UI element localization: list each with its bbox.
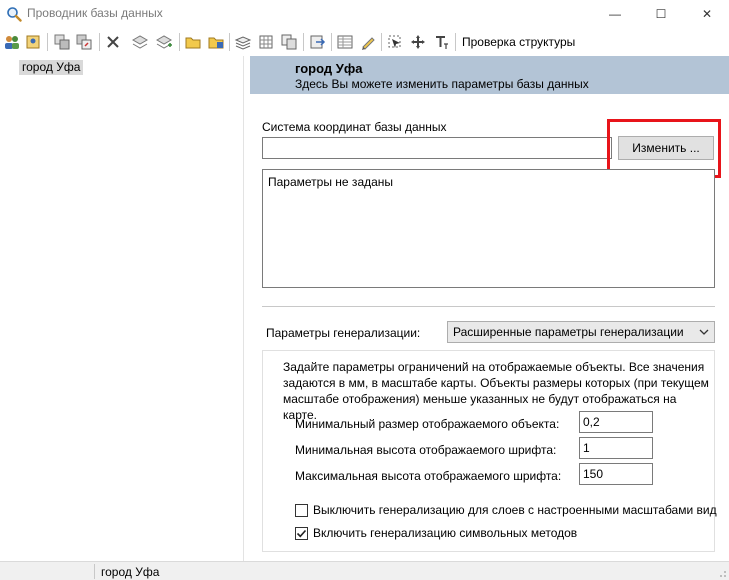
toolbar-separator — [179, 33, 180, 51]
toolbar-separator — [381, 33, 382, 51]
toolbar-separator — [303, 33, 304, 51]
coord-system-field[interactable] — [262, 137, 612, 159]
users-icon[interactable] — [3, 33, 21, 51]
generalization-panel: Задайте параметры ограничений на отображ… — [262, 350, 717, 552]
min-object-size-label: Минимальный размер отображаемого объекта… — [295, 417, 560, 431]
maximize-button[interactable]: ☐ — [638, 0, 684, 28]
maximize-icon: ☐ — [655, 7, 667, 21]
check-structure-button[interactable]: Проверка структуры — [462, 35, 575, 49]
properties-panel: город Уфа Здесь Вы можете изменить парам… — [250, 56, 729, 561]
toolbar-separator — [455, 33, 456, 51]
disable-generalization-label: Выключить генерализацию для слоев с наст… — [313, 503, 717, 517]
checkbox-checked[interactable] — [295, 526, 308, 540]
max-font-height-input[interactable]: 150 — [579, 463, 653, 485]
folder-open-icon[interactable] — [184, 33, 202, 51]
min-font-height-input[interactable]: 1 — [579, 437, 653, 459]
header-band: город Уфа Здесь Вы можете изменить парам… — [250, 56, 729, 94]
toolbar-separator — [331, 33, 332, 51]
checkmark-icon — [296, 529, 307, 537]
status-bar: город Уфа — [0, 561, 729, 580]
table-icon[interactable] — [336, 33, 354, 51]
chevron-down-icon — [699, 329, 709, 335]
minimize-button[interactable]: — — [592, 0, 638, 28]
status-text: город Уфа — [101, 565, 160, 579]
enable-symbol-generalization-label: Включить генерализацию символьных методо… — [313, 526, 578, 540]
close-icon: ✕ — [701, 7, 713, 21]
divider — [262, 306, 715, 307]
max-font-height-label: Максимальная высота отображаемого шрифта… — [295, 469, 562, 483]
export-icon[interactable] — [308, 33, 326, 51]
toolbar: Проверка структуры — [0, 28, 729, 56]
database-tree: город Уфа — [0, 56, 244, 561]
change-button[interactable]: Изменить ... — [618, 136, 714, 160]
checkbox-unchecked[interactable] — [295, 503, 308, 517]
disable-generalization-checkbox[interactable]: Выключить генерализацию для слоев с наст… — [295, 502, 717, 518]
grid-icon[interactable] — [257, 33, 275, 51]
delete-icon[interactable] — [104, 33, 122, 51]
status-separator — [94, 564, 95, 579]
toolbar-separator — [229, 33, 230, 51]
stack-icon[interactable] — [234, 33, 252, 51]
min-font-height-label: Минимальная высота отображаемого шрифта: — [295, 443, 557, 457]
window-title: Проводник базы данных — [27, 6, 163, 20]
layers-icon[interactable] — [131, 33, 149, 51]
user-properties-icon[interactable] — [25, 33, 43, 51]
title-bar: Проводник базы данных — ☐ ✕ — [0, 0, 729, 28]
table-copy-icon[interactable] — [280, 33, 298, 51]
layers-add-icon[interactable] — [155, 33, 173, 51]
generalization-select-value: Расширенные параметры генерализации — [453, 325, 684, 339]
pencil-icon[interactable] — [359, 33, 377, 51]
generalization-label: Параметры генерализации: — [266, 326, 421, 340]
close-button[interactable]: ✕ — [684, 0, 729, 28]
toolbar-separator — [99, 33, 100, 51]
copy-layer-icon[interactable] — [53, 33, 71, 51]
header-subtitle: Здесь Вы можете изменить параметры базы … — [295, 77, 589, 91]
tree-item-ufa[interactable]: город Уфа — [19, 60, 84, 75]
paste-layer-icon[interactable] — [75, 33, 93, 51]
coord-params-box: Параметры не заданы — [262, 169, 715, 288]
min-object-size-input[interactable]: 0,2 — [579, 411, 653, 433]
minimize-icon: — — [609, 7, 621, 21]
folder-add-icon[interactable] — [207, 33, 225, 51]
magnifier-database-icon — [7, 7, 22, 22]
select-tool-icon[interactable] — [386, 33, 404, 51]
enable-symbol-generalization-checkbox[interactable]: Включить генерализацию символьных методо… — [295, 525, 577, 541]
toolbar-separator — [47, 33, 48, 51]
coord-system-label: Система координат базы данных — [262, 120, 447, 134]
header-title: город Уфа — [295, 61, 363, 76]
generalization-select[interactable]: Расширенные параметры генерализации — [447, 321, 715, 343]
move-tool-icon[interactable] — [409, 33, 427, 51]
text-tool-icon[interactable] — [432, 33, 450, 51]
resize-grip-icon[interactable] — [719, 570, 727, 578]
